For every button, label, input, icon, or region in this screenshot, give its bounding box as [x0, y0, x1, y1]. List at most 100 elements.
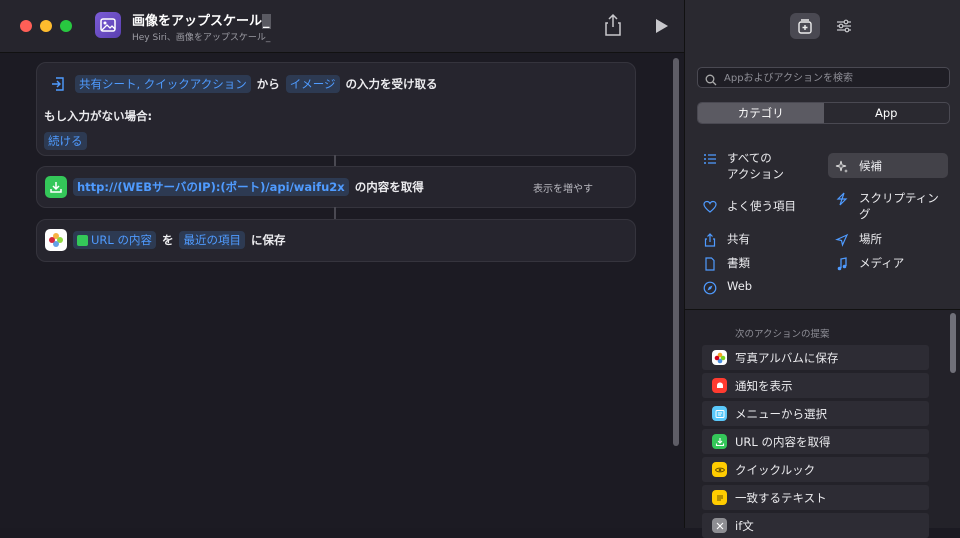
actions-sidebar: カテゴリ App すべての アクション 候補 よく使う項目 スクリプティン グ … — [684, 0, 960, 538]
category-web[interactable]: Web — [703, 279, 752, 295]
if-no-input-label: もし入力がない場合: — [44, 109, 153, 123]
category-label: スクリプティン グ — [859, 191, 939, 221]
category-scripting[interactable]: スクリプティン グ — [835, 190, 939, 222]
share-button[interactable] — [602, 13, 624, 37]
scripting-icon — [836, 192, 848, 206]
save-label: に保存 — [250, 233, 286, 247]
compass-icon — [703, 281, 717, 295]
run-button[interactable] — [654, 17, 670, 35]
category-label: 場所 — [859, 232, 882, 246]
category-all-actions[interactable]: すべての アクション — [703, 150, 784, 182]
show-more-button[interactable]: 表示を増やす — [533, 180, 593, 195]
document-icon — [705, 257, 715, 271]
input-arrow-icon — [47, 73, 69, 95]
category-location[interactable]: 場所 — [835, 231, 882, 247]
suggestion-show-notification[interactable]: 通知を表示 — [702, 373, 929, 398]
url-token[interactable]: http://(WEBサーバのIP):(ポート)/api/waifu2x — [73, 178, 349, 196]
get-url-row: http://(WEBサーバのIP):(ポート)/api/waifu2x の内容… — [45, 176, 424, 198]
receive-input-row: 共有シート, クイックアクション から イメージ の入力を受け取る — [47, 73, 438, 95]
category-suggestions[interactable]: 候補 — [835, 158, 882, 174]
category-media[interactable]: メディア — [835, 255, 904, 271]
zoom-window-button[interactable] — [60, 20, 72, 32]
photos-icon — [45, 229, 67, 251]
tab-categories[interactable]: カテゴリ — [698, 103, 824, 123]
category-label: 候補 — [859, 159, 882, 173]
variable-download-icon — [77, 234, 88, 246]
search-icon — [705, 71, 717, 90]
shortcut-icon[interactable] — [95, 12, 121, 38]
location-arrow-icon — [835, 233, 849, 247]
get-contents-label: の内容を取得 — [354, 180, 424, 194]
url-contents-variable-label: URL の内容 — [91, 233, 152, 247]
action-library-button[interactable] — [790, 13, 820, 39]
content-type-token[interactable]: イメージ — [285, 75, 340, 93]
title-bar: 画像をアップスケール_ Hey Siri、画像をアップスケール_ — [0, 0, 684, 53]
input-types-token[interactable]: 共有シート, クイックアクション — [75, 75, 251, 93]
category-label: すべての アクション — [727, 151, 784, 181]
category-favorites[interactable]: よく使う項目 — [703, 198, 796, 214]
list-icon — [704, 154, 716, 164]
category-label: メディア — [859, 256, 905, 270]
category-sharing[interactable]: 共有 — [703, 231, 750, 247]
receive-input-action[interactable]: 共有シート, クイックアクション から イメージ の入力を受け取る もし入力がな… — [36, 62, 636, 156]
action-search-field[interactable] — [697, 67, 950, 88]
category-label: 書類 — [727, 256, 750, 270]
text-icon — [712, 490, 727, 505]
sparkle-icon — [835, 160, 848, 173]
suggestion-label: 写真アルバムに保存 — [735, 350, 839, 365]
suggestion-quick-look[interactable]: クイックルック — [702, 457, 929, 482]
suggestion-label: URL の内容を取得 — [735, 434, 831, 449]
continue-token[interactable]: 続ける — [44, 132, 87, 150]
category-documents[interactable]: 書類 — [703, 255, 750, 271]
close-window-button[interactable] — [20, 20, 32, 32]
suggestions-panel: 次のアクションの提案 写真アルバムに保存 通知を表示 メニューから選択 URL … — [685, 310, 960, 538]
shortcut-title-text[interactable]: 画像をアップスケール — [132, 14, 262, 29]
particle-label: を — [161, 233, 174, 247]
siri-phrase: Hey Siri、画像をアップスケール_ — [132, 33, 271, 43]
category-label: よく使う項目 — [727, 199, 796, 213]
heart-icon — [703, 200, 717, 213]
notification-icon — [712, 378, 727, 393]
suggestion-label: 一致するテキスト — [735, 490, 827, 505]
sidebar-toolbar — [685, 0, 960, 52]
eye-icon — [712, 462, 727, 477]
photos-icon — [712, 350, 727, 365]
download-icon — [712, 434, 727, 449]
from-label: から — [256, 77, 280, 91]
save-to-album-action[interactable]: URL の内容 を 最近の項目 に保存 — [36, 219, 636, 262]
editor-pane: 画像をアップスケール_ Hey Siri、画像をアップスケール_ 共有シート, … — [0, 0, 684, 528]
suggestion-label: メニューから選択 — [735, 406, 827, 421]
suggestion-choose-from-menu[interactable]: メニューから選択 — [702, 401, 929, 426]
suggestion-match-text[interactable]: 一致するテキスト — [702, 485, 929, 510]
category-label: Web — [727, 279, 753, 293]
get-url-contents-action[interactable]: http://(WEBサーバのIP):(ポート)/api/waifu2x の内容… — [36, 166, 636, 208]
album-token[interactable]: 最近の項目 — [179, 231, 245, 249]
category-app-toggle: カテゴリ App — [697, 102, 950, 124]
suggestion-label: クイックルック — [735, 462, 816, 477]
shortcut-title[interactable]: 画像をアップスケール_ — [132, 10, 271, 29]
search-input[interactable] — [722, 69, 946, 87]
suggestions-header: 次のアクションの提案 — [735, 329, 830, 340]
action-library-icon — [798, 19, 812, 34]
details-button[interactable] — [829, 13, 859, 39]
suggestion-save-to-album[interactable]: 写真アルバムに保存 — [702, 345, 929, 370]
suggestion-label: 通知を表示 — [735, 378, 793, 393]
category-label: 共有 — [727, 232, 750, 246]
suggestion-label: if文 — [735, 518, 754, 533]
download-icon — [45, 176, 67, 198]
minimize-window-button[interactable] — [40, 20, 52, 32]
sliders-icon — [837, 19, 851, 33]
title-cursor: _ — [262, 14, 271, 29]
url-contents-variable[interactable]: URL の内容 — [73, 231, 156, 249]
suggestions-scrollbar[interactable] — [950, 313, 956, 373]
suggestion-get-url-contents[interactable]: URL の内容を取得 — [702, 429, 929, 454]
if-icon — [712, 518, 727, 533]
receive-label: の入力を受け取る — [345, 77, 438, 91]
menu-icon — [712, 406, 727, 421]
tab-app[interactable]: App — [824, 103, 950, 123]
share-icon — [704, 233, 716, 247]
fallback-row: 続ける — [44, 130, 87, 150]
editor-scrollbar[interactable] — [673, 58, 679, 446]
save-row: URL の内容 を 最近の項目 に保存 — [45, 229, 285, 251]
suggestion-if[interactable]: if文 — [702, 513, 929, 538]
